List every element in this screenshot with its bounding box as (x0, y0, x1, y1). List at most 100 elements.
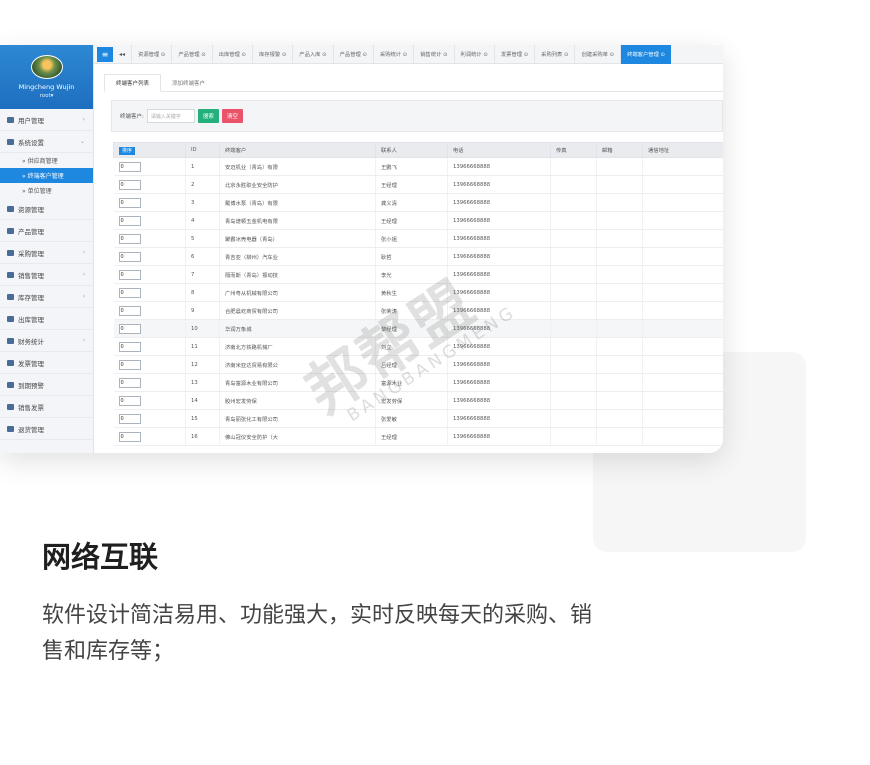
tab-11[interactable]: 创建采购单 ⊙ (574, 45, 620, 64)
tab-5[interactable]: 产品管理 ⊙ (332, 45, 373, 64)
sort-input[interactable]: 0 (118, 305, 141, 316)
tab-2[interactable]: 出库管理 ⊙ (211, 45, 252, 64)
sidebar-item-6[interactable]: 库存管理 ‹ (0, 286, 93, 308)
customer-link[interactable]: 青岛丽张化工有限公司 (219, 409, 376, 428)
table-row[interactable]: 0 5 聚霸冰壳电器（青岛） 张小姐 13966668888 (113, 229, 723, 248)
customer-link[interactable]: 合肥晨屹商贸有限公司 (219, 301, 376, 320)
sort-input[interactable]: 0 (118, 179, 141, 190)
address-cell (642, 211, 723, 230)
search-bar: 终端客户: 请输入关键字 搜索 清空 (111, 100, 723, 132)
table-row[interactable]: 0 13 青岛富源木业有限公司 富源木业 13966668888 (113, 373, 723, 392)
sidebar-item-10[interactable]: 到期预警 (0, 374, 93, 396)
customer-link[interactable]: 华润万象城 (219, 319, 376, 338)
tab-add-customer[interactable]: 添加终端客户 (161, 74, 216, 91)
customer-link[interactable]: 济南北方铁路机械厂 (219, 337, 376, 356)
customer-link[interactable]: 隔而斯（青岛）振动技 (219, 265, 376, 284)
chevron-icon: ‹ (82, 116, 85, 123)
table-row[interactable]: 0 2 北京永胜职业安全防护 王经理 13966668888 (113, 175, 723, 194)
clear-button[interactable]: 清空 (221, 109, 243, 123)
sidebar-item-0[interactable]: 用户管理 ‹ (0, 109, 93, 131)
table-row[interactable]: 0 4 青岛谱顿五金机电有限 王经理 13966668888 (113, 211, 723, 230)
table-row[interactable]: 0 11 济南北方铁路机械厂 刘立 13966668888 (113, 337, 723, 356)
sidebar-item-1[interactable]: 系统设置 ⌄ (0, 131, 93, 153)
tab-7[interactable]: 销售统计 ⊙ (413, 45, 453, 64)
sidebar-subitem-0[interactable]: » 供应商管理 (0, 153, 93, 168)
sort-input[interactable]: 0 (118, 233, 141, 244)
customer-link[interactable]: 青吉亚（柳州）汽车业 (219, 247, 376, 266)
customer-link[interactable]: 佛山冠仪安全防护（大 (219, 427, 376, 446)
sidebar-subitem-1[interactable]: » 终端客户管理 (0, 168, 93, 183)
address-cell (642, 337, 723, 356)
sidebar-item-8[interactable]: 财务统计 ‹ (0, 330, 93, 352)
customer-link[interactable]: 胶州宏发劳保 (219, 391, 376, 410)
sort-input[interactable]: 0 (118, 413, 141, 424)
col-sort[interactable]: 排序 (113, 142, 186, 158)
email-cell (596, 157, 643, 176)
table-row[interactable]: 0 8 广州粤从机械有限公司 黄秋生 13966668888 (113, 283, 723, 302)
user-role[interactable]: root▾ (0, 93, 93, 99)
email-cell (596, 265, 643, 284)
sidebar-item-3[interactable]: 产品管理 (0, 220, 93, 242)
sort-input[interactable]: 0 (118, 287, 141, 298)
sort-input[interactable]: 0 (118, 341, 141, 352)
search-button[interactable]: 搜索 (197, 109, 219, 123)
tab-4[interactable]: 产品入库 ⊙ (292, 45, 332, 64)
tab-0[interactable]: 资源管理 ⊙ (131, 45, 171, 64)
tab-9[interactable]: 发票管理 ⊙ (493, 45, 534, 64)
customer-link[interactable]: 青岛谱顿五金机电有限 (219, 211, 376, 230)
customer-link[interactable]: 济南米亚达贸易有限公 (219, 355, 376, 374)
contact-cell: 龚义清 (375, 193, 448, 212)
sort-input[interactable]: 0 (118, 359, 141, 370)
sort-input[interactable]: 0 (118, 431, 141, 442)
customer-link[interactable]: 戴博水泵（青岛）有限 (219, 193, 376, 212)
sidebar-item-5[interactable]: 销售管理 ‹ (0, 264, 93, 286)
sort-input[interactable]: 0 (118, 323, 141, 334)
sort-cell: 0 (113, 301, 186, 320)
contact-cell: 王经理 (375, 427, 448, 446)
email-cell (596, 175, 643, 194)
table-row[interactable]: 0 9 合肥晨屹商贸有限公司 张荣涛 13966668888 (113, 301, 723, 320)
back-tabs-icon[interactable]: ◂◂ (119, 51, 125, 58)
sort-input[interactable]: 0 (118, 251, 141, 262)
table-row[interactable]: 0 7 隔而斯（青岛）振动技 李光 13966668888 (113, 265, 723, 284)
id-cell: 4 (185, 211, 220, 230)
tab-6[interactable]: 采购统计 ⊙ (372, 45, 413, 64)
sort-input[interactable]: 0 (118, 269, 141, 280)
sort-input[interactable]: 0 (118, 161, 141, 172)
table-row[interactable]: 0 15 青岛丽张化工有限公司 张爱敏 13966668888 (113, 409, 723, 428)
customer-link[interactable]: 青岛富源木业有限公司 (219, 373, 376, 392)
sidebar-item-7[interactable]: 出库管理 (0, 308, 93, 330)
fax-cell (550, 193, 597, 212)
sidebar-item-9[interactable]: 发票管理 (0, 352, 93, 374)
search-input[interactable]: 请输入关键字 (146, 109, 195, 123)
table-row[interactable]: 0 14 胶州宏发劳保 宏发劳保 13966668888 (113, 391, 723, 410)
tab-10[interactable]: 采购列表 ⊙ (534, 45, 574, 64)
sidebar-item-4[interactable]: 采购管理 ‹ (0, 242, 93, 264)
table-row[interactable]: 0 16 佛山冠仪安全防护（大 王经理 13966668888 (113, 427, 723, 446)
sort-input[interactable]: 0 (118, 197, 141, 208)
tab-customer-list[interactable]: 终端客户列表 (104, 74, 162, 92)
customer-link[interactable]: 北京永胜职业安全防护 (219, 175, 376, 194)
table-row[interactable]: 0 1 安迈机业（青岛）有限 王鹏飞 13966668888 (113, 157, 723, 176)
tab-1[interactable]: 产品管理 ⊙ (171, 45, 211, 64)
table-row[interactable]: 0 10 华润万象城 黎经理 13966668888 (113, 319, 723, 338)
sort-input[interactable]: 0 (118, 215, 141, 226)
table-row[interactable]: 0 12 济南米亚达贸易有限公 吕经理 13966668888 (113, 355, 723, 374)
sidebar-item-2[interactable]: 资源管理 (0, 198, 93, 220)
customer-link[interactable]: 聚霸冰壳电器（青岛） (219, 229, 376, 248)
sort-input[interactable]: 0 (118, 377, 141, 388)
menu-icon[interactable]: ≡ (97, 46, 113, 62)
customer-link[interactable]: 安迈机业（青岛）有限 (219, 157, 376, 176)
table-row[interactable]: 0 6 青吉亚（柳州）汽车业 耿哲 13966668888 (113, 247, 723, 266)
tab-12[interactable]: 终端客户管理 ⊙ (620, 45, 671, 64)
sidebar-item-11[interactable]: 销售发票 (0, 396, 93, 418)
avatar[interactable] (30, 55, 63, 79)
tab-8[interactable]: 利润统计 ⊙ (453, 45, 494, 64)
sidebar-subitem-2[interactable]: » 单位管理 (0, 183, 93, 198)
customer-link[interactable]: 广州粤从机械有限公司 (219, 283, 376, 302)
sidebar-item-12[interactable]: 退货管理 (0, 418, 93, 440)
sort-input[interactable]: 0 (118, 395, 141, 406)
tab-3[interactable]: 库存报警 ⊙ (251, 45, 292, 64)
sidebar-item-label: 财务统计 (18, 337, 44, 346)
table-row[interactable]: 0 3 戴博水泵（青岛）有限 龚义清 13966668888 (113, 193, 723, 212)
